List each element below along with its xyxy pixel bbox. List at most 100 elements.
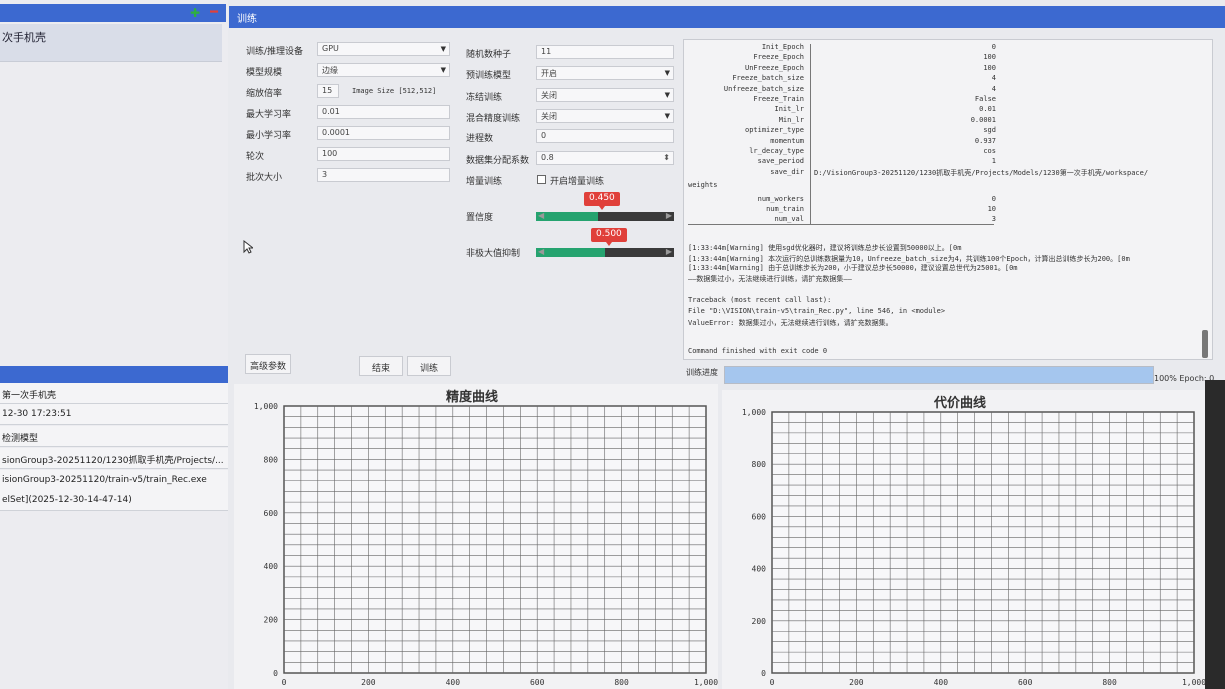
project-toolbar: ✚ ━: [0, 4, 226, 22]
log-scrollbar[interactable]: [1202, 330, 1208, 358]
select-field[interactable]: 边缘: [317, 63, 450, 77]
log-line: Traceback (most recent call last):: [688, 296, 832, 304]
select-field[interactable]: 关闭: [536, 88, 674, 102]
param-row: Init_lr 0.01: [684, 105, 1004, 115]
progress-label: 训练进度: [686, 368, 718, 377]
chart-title: 精度曲线: [446, 390, 499, 405]
slider-track[interactable]: ◀ ▶: [536, 247, 674, 257]
param-key: num_train: [766, 205, 804, 213]
log-line: Command finished with exit code 0: [688, 347, 828, 355]
train-button[interactable]: 训练: [407, 356, 451, 376]
info-row[interactable]: elSet](2025-12-30-14-47-14): [0, 490, 228, 511]
field-label: 进程数: [466, 134, 494, 144]
param-row: num_workers 0: [684, 195, 1004, 205]
field-label: 最小学习率: [246, 131, 292, 141]
param-value: 10: [987, 205, 996, 213]
chart-svg: 0 200 400 600 800 1,000 0 200 400 600 800 1,000: [254, 402, 718, 687]
text-field[interactable]: 100: [317, 147, 450, 161]
project-info-header: [0, 366, 228, 383]
param-value: 3: [991, 215, 996, 224]
info-row[interactable]: sionGroup3-20251120/1230抓取手机壳/Projects/.…: [0, 448, 228, 469]
info-row[interactable]: 检测模型: [0, 426, 228, 447]
param-key: num_val: [774, 215, 804, 224]
select-field[interactable]: GPU: [317, 42, 450, 56]
param-row: Freeze_Epoch 100: [684, 53, 1004, 63]
x-tick-label: 200: [849, 678, 864, 687]
param-key: momentum: [770, 136, 804, 145]
slider-value-badge: 0.500: [591, 228, 627, 246]
add-icon[interactable]: ✚: [190, 6, 200, 20]
info-row[interactable]: 第一次手机壳: [0, 383, 228, 404]
param-row: Unfreeze_batch_size 4: [684, 85, 1004, 95]
text-field[interactable]: 0: [536, 129, 674, 143]
param-value: sgd: [983, 126, 996, 135]
project-tree-item[interactable]: 次手机壳: [0, 24, 222, 62]
slider-value-badge: 0.450: [584, 192, 620, 210]
arrow-right-icon[interactable]: ▶: [666, 211, 672, 220]
param-value: 100: [983, 53, 996, 62]
info-row[interactable]: isionGroup3-20251120/train-v5/train_Rec.…: [0, 470, 228, 491]
y-tick-label: 0: [761, 669, 766, 678]
param-key: save_period: [757, 157, 804, 166]
text-field[interactable]: 3: [317, 168, 450, 182]
param-row: momentum 0.937: [684, 137, 1004, 147]
accuracy-chart: 0 200 400 600 800 1,000 0 200 400 600 800 1,000 精度曲线: [234, 384, 718, 689]
param-value: cos: [983, 147, 996, 155]
x-tick-label: 0: [282, 678, 287, 687]
param-value: 0.937: [974, 136, 996, 145]
y-tick-label: 200: [264, 616, 279, 625]
param-row: lr_decay_type cos: [684, 147, 1004, 157]
training-log[interactable]: Init_Epoch 0 Freeze_Epoch 100 UnFreeze_Epoch…: [683, 39, 1213, 360]
arrow-left-icon[interactable]: ◀: [538, 247, 544, 256]
text-field[interactable]: 0.8: [536, 151, 674, 165]
info-row[interactable]: 12-30 17:23:51: [0, 404, 228, 425]
y-tick-label: 1,000: [254, 402, 278, 411]
text-field[interactable]: 0.0001: [317, 126, 450, 140]
y-tick-label: 600: [264, 509, 279, 518]
field-label: 冻结训练: [466, 93, 503, 103]
y-tick-label: 800: [264, 455, 279, 464]
slider-track[interactable]: ◀ ▶: [536, 211, 674, 221]
param-key: Init_lr: [774, 105, 804, 114]
param-value: False: [974, 95, 996, 103]
log-line: [1:33:44m[Warning] 由于总训练步长为200，小于建议总步长50…: [688, 264, 1018, 272]
y-tick-label: 400: [752, 565, 767, 574]
param-value: 4: [991, 74, 996, 83]
advanced-params-button[interactable]: 高级参数: [245, 354, 291, 374]
field-label: 批次大小: [246, 173, 283, 183]
x-tick-label: 800: [614, 678, 629, 687]
log-line: ValueError: 数据集过小，无法继续进行训练，请扩充数据集。: [688, 319, 893, 327]
incremental-checkbox[interactable]: [537, 175, 546, 184]
param-key: optimizer_type: [744, 126, 804, 135]
param-key: UnFreeze_Epoch: [744, 63, 804, 72]
field-label: 训练/推理设备: [246, 47, 304, 57]
text-field[interactable]: 0.01: [317, 105, 450, 119]
end-button[interactable]: 结束: [359, 356, 403, 376]
field-label: 轮次: [246, 152, 265, 162]
param-row: optimizer_type sgd: [684, 126, 1004, 136]
param-key: num_workers: [757, 194, 804, 203]
param-value: 4: [991, 84, 996, 93]
arrow-right-icon[interactable]: ▶: [666, 247, 672, 256]
remove-icon[interactable]: ━: [210, 5, 218, 20]
select-field[interactable]: 开启: [536, 66, 674, 80]
text-field[interactable]: 11: [536, 45, 674, 59]
x-tick-label: 800: [1102, 678, 1117, 687]
param-value: 0: [991, 43, 996, 51]
loss-chart: 0 200 400 600 800 1,000 0 200 400 600 800 1,000 代价曲线: [722, 390, 1206, 689]
param-value: 0.0001: [970, 115, 996, 124]
select-field[interactable]: 关闭: [536, 109, 674, 123]
param-key: Freeze_Epoch: [753, 53, 804, 62]
param-key: Unfreeze_batch_size: [723, 84, 804, 93]
param-key: Min_lr: [778, 115, 804, 124]
scale-input[interactable]: 15: [317, 84, 339, 98]
field-label: 模型规模: [246, 68, 283, 78]
arrow-left-icon[interactable]: ◀: [538, 211, 544, 220]
log-line: ——数据集过小，无法继续进行训练，请扩充数据集——: [688, 275, 852, 283]
y-tick-label: 400: [264, 562, 279, 571]
param-row: save_period 1: [684, 157, 1004, 167]
x-tick-label: 400: [446, 678, 461, 687]
param-row: save_dir D:/VisionGroup3-20251120/1230抓取手…: [684, 168, 1204, 178]
field-label: 混合精度训练: [466, 114, 521, 124]
param-value: 100: [983, 63, 996, 72]
